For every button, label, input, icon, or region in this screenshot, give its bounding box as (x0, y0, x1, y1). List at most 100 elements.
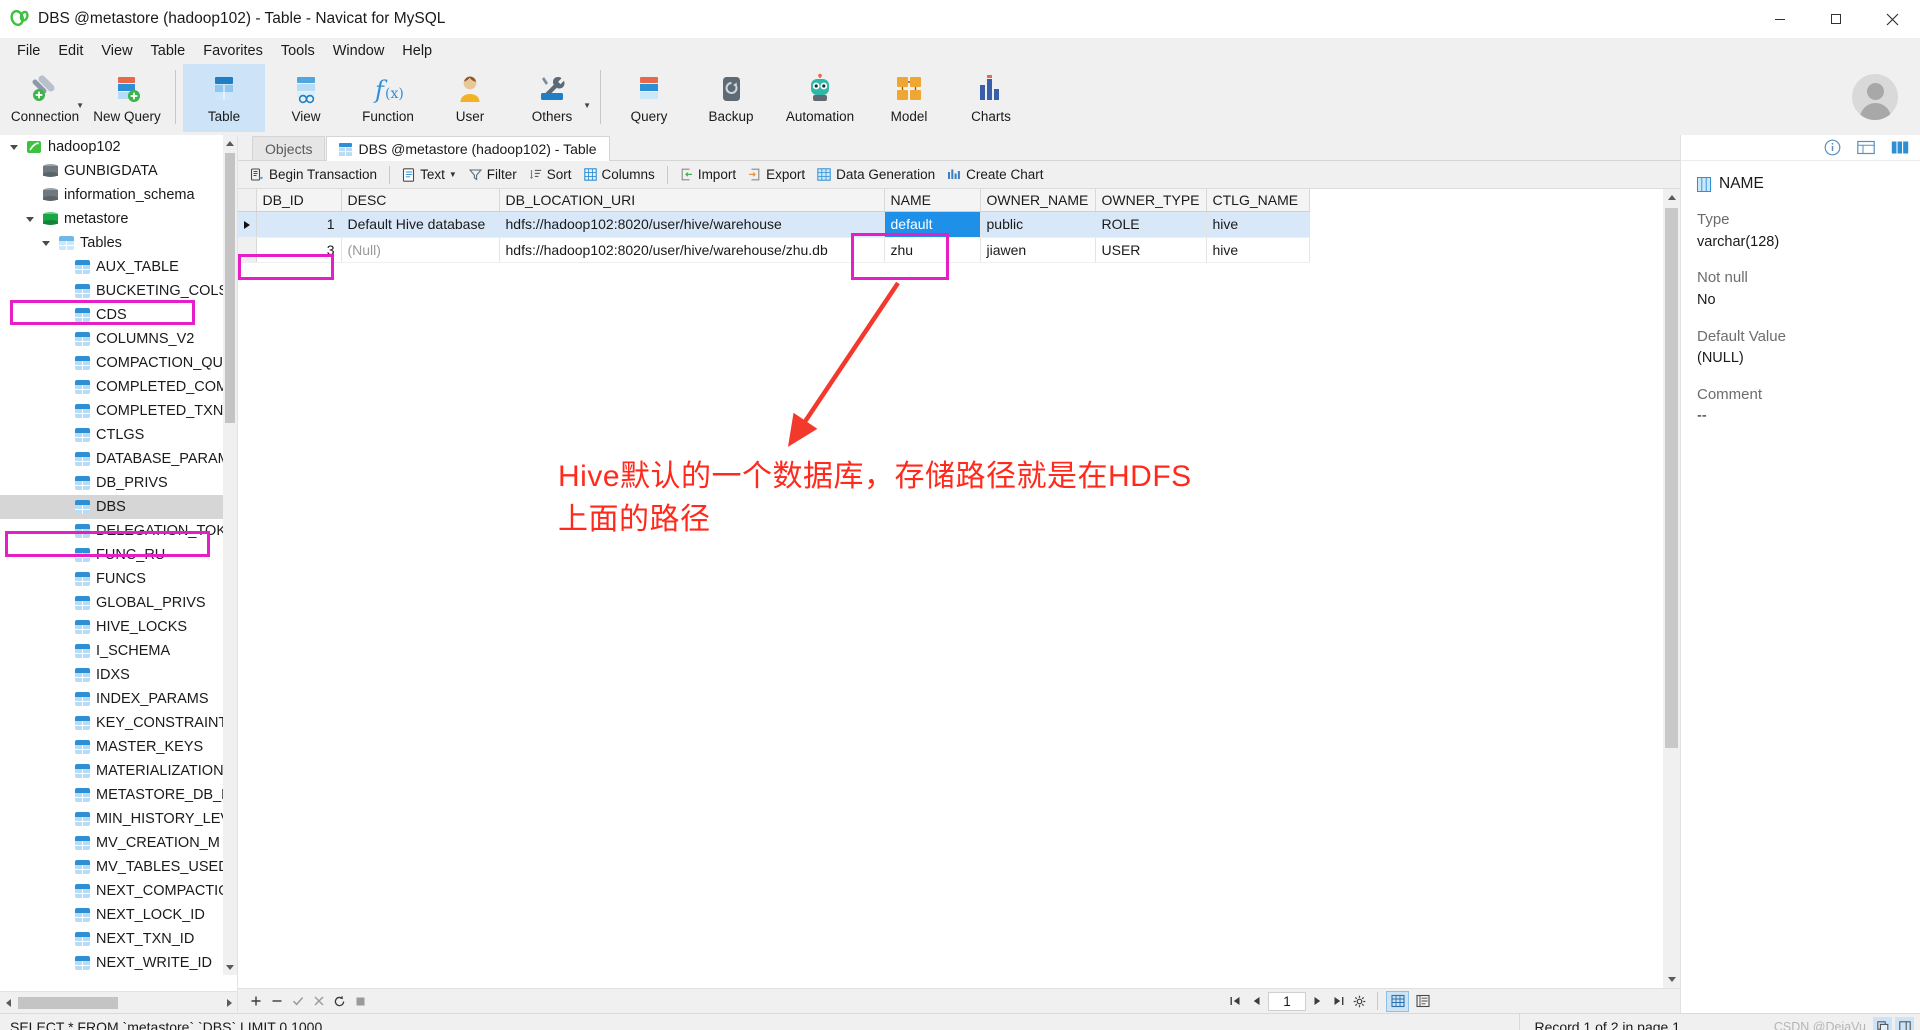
tab-objects[interactable]: Objects (252, 136, 326, 161)
tree-item-next-txn-id[interactable]: NEXT_TXN_ID (0, 927, 223, 951)
tree-item-i-schema[interactable]: I_SCHEMA (0, 639, 223, 663)
tree-item-metastore-db-p[interactable]: METASTORE_DB_P (0, 783, 223, 807)
toolbar-connection-button[interactable]: Connection ▼ (4, 64, 86, 132)
tree-item-metastore[interactable]: metastore (0, 207, 223, 231)
tree-item-database-param[interactable]: DATABASE_PARAM (0, 447, 223, 471)
tree-item-func-ru[interactable]: FUNC_RU (0, 543, 223, 567)
begin-transaction-button[interactable]: Begin Transaction (244, 163, 383, 187)
grid-cell[interactable]: hive (1206, 211, 1310, 238)
tree-scroll-thumb[interactable] (225, 153, 235, 423)
maximize-button[interactable] (1808, 0, 1864, 38)
toolbar-model-button[interactable]: Model (868, 64, 950, 132)
grid-cell[interactable]: (Null) (341, 237, 500, 263)
toolbar-automation-button[interactable]: Automation (772, 64, 868, 132)
stop-button[interactable] (351, 992, 370, 1011)
grid-cell[interactable]: hdfs://hadoop102:8020/user/hive/warehous… (499, 211, 885, 238)
grid-cell[interactable]: jiawen (980, 237, 1096, 263)
chevron-down-icon[interactable] (20, 216, 40, 222)
grid-cell[interactable]: USER (1095, 237, 1207, 263)
grid-column-header-name[interactable]: NAME (884, 189, 981, 212)
grid-cell[interactable]: Default Hive database (341, 211, 500, 238)
toolbar-function-button[interactable]: f (x) Function (347, 64, 429, 132)
discard-change-button[interactable] (309, 992, 328, 1011)
filter-button[interactable]: Filter (463, 163, 523, 187)
toolbar-query-button[interactable]: Query (608, 64, 690, 132)
import-button[interactable]: Import (674, 163, 742, 187)
menu-help[interactable]: Help (393, 40, 441, 62)
delete-record-button[interactable] (267, 992, 286, 1011)
toolbar-view-button[interactable]: View (265, 64, 347, 132)
menu-tools[interactable]: Tools (272, 40, 324, 62)
scroll-up-icon[interactable] (223, 135, 237, 151)
tree-item-completed-txn-[interactable]: COMPLETED_TXN_ (0, 399, 223, 423)
tree-item-columns-v2[interactable]: COLUMNS_V2 (0, 327, 223, 351)
grid-cell[interactable]: public (980, 211, 1096, 238)
table-row[interactable]: 1 Default Hive database hdfs://hadoop102:8… (238, 211, 1310, 238)
grid-column-header-desc[interactable]: DESC (341, 189, 500, 212)
tree-item-completed-com[interactable]: COMPLETED_COM (0, 375, 223, 399)
grid-scroll-thumb[interactable] (1665, 208, 1678, 748)
chevron-down-icon[interactable] (36, 240, 56, 246)
tree-item-min-history-lev[interactable]: MIN_HISTORY_LEV (0, 807, 223, 831)
next-page-button[interactable] (1308, 992, 1327, 1011)
grid-cell[interactable]: hdfs://hadoop102:8020/user/hive/warehous… (499, 237, 885, 263)
tree-item-idxs[interactable]: IDXS (0, 663, 223, 687)
chevron-down-icon[interactable]: ▼ (583, 101, 591, 110)
tree-item-next-lock-id[interactable]: NEXT_LOCK_ID (0, 903, 223, 927)
tree-item-materialization[interactable]: MATERIALIZATION (0, 759, 223, 783)
refresh-button[interactable] (330, 992, 349, 1011)
chevron-down-icon[interactable]: ▼ (76, 101, 84, 110)
page-number-input[interactable]: 1 (1268, 991, 1306, 1011)
status-copy-icon[interactable] (1873, 1017, 1892, 1030)
grid-column-header-ctlg_name[interactable]: CTLG_NAME (1206, 189, 1310, 212)
data-generation-button[interactable]: Data Generation (811, 163, 941, 187)
menu-table[interactable]: Table (142, 40, 195, 62)
scroll-down-icon[interactable] (223, 959, 237, 975)
add-record-button[interactable] (246, 992, 265, 1011)
table-row[interactable]: 3 (Null) hdfs://hadoop102:8020/user/hive/w… (238, 237, 1310, 263)
tree-item-next-compactio[interactable]: NEXT_COMPACTIO (0, 879, 223, 903)
grid-scroll-up-icon[interactable] (1663, 189, 1680, 206)
grid-column-header-owner_name[interactable]: OWNER_NAME (980, 189, 1096, 212)
export-button[interactable]: Export (742, 163, 811, 187)
grid-view-toggle[interactable] (1386, 990, 1409, 1012)
tree-item-tables[interactable]: Tables (0, 231, 223, 255)
menu-window[interactable]: Window (324, 40, 394, 62)
tree-item-index-params[interactable]: INDEX_PARAMS (0, 687, 223, 711)
layout-icon[interactable] (1890, 138, 1910, 158)
scroll-right-icon[interactable] (221, 992, 237, 1013)
form-view-toggle[interactable] (1411, 991, 1434, 1012)
tree-item-key-constraint[interactable]: KEY_CONSTRAINT (0, 711, 223, 735)
tree-item-aux-table[interactable]: AUX_TABLE (0, 255, 223, 279)
tab-dbs-table[interactable]: DBS @metastore (hadoop102) - Table (326, 136, 610, 161)
grid-cell[interactable]: default (884, 211, 981, 238)
info-icon[interactable] (1822, 138, 1842, 158)
tree-item-funcs[interactable]: FUNCS (0, 567, 223, 591)
tree-item-master-keys[interactable]: MASTER_KEYS (0, 735, 223, 759)
tree-horizontal-scrollbar[interactable] (0, 991, 237, 1013)
toolbar-table-button[interactable]: Table (183, 64, 265, 132)
create-chart-button[interactable]: Create Chart (941, 163, 1049, 187)
toolbar-user-button[interactable]: User (429, 64, 511, 132)
page-settings-button[interactable] (1350, 992, 1369, 1011)
grid-vertical-scrollbar[interactable] (1663, 189, 1680, 988)
tree-item-information-schema[interactable]: information_schema (0, 183, 223, 207)
grid-cell[interactable]: hive (1206, 237, 1310, 263)
menu-edit[interactable]: Edit (49, 40, 92, 62)
data-grid-scroll[interactable]: DB_ID DESC DB_LOCATION_URI NAME OWNER_NAME OW… (238, 189, 1663, 988)
menu-file[interactable]: File (8, 40, 49, 62)
grid-column-header-db_id[interactable]: DB_ID (256, 189, 342, 212)
grid-column-header-owner_type[interactable]: OWNER_TYPE (1095, 189, 1207, 212)
grid-cell[interactable]: ROLE (1095, 211, 1207, 238)
tree-item-bucketing-cols[interactable]: BUCKETING_COLS (0, 279, 223, 303)
tree-item-cds[interactable]: CDS (0, 303, 223, 327)
tree-item-mv-tables-used[interactable]: MV_TABLES_USED (0, 855, 223, 879)
first-page-button[interactable] (1226, 992, 1245, 1011)
chevron-down-icon[interactable]: ▼ (449, 170, 457, 179)
minimize-button[interactable] (1752, 0, 1808, 38)
menu-favorites[interactable]: Favorites (194, 40, 272, 62)
tree-item-ctlgs[interactable]: CTLGS (0, 423, 223, 447)
tree-item-hive-locks[interactable]: HIVE_LOCKS (0, 615, 223, 639)
scroll-left-icon[interactable] (0, 992, 16, 1013)
tree-vertical-scrollbar[interactable] (223, 135, 237, 975)
